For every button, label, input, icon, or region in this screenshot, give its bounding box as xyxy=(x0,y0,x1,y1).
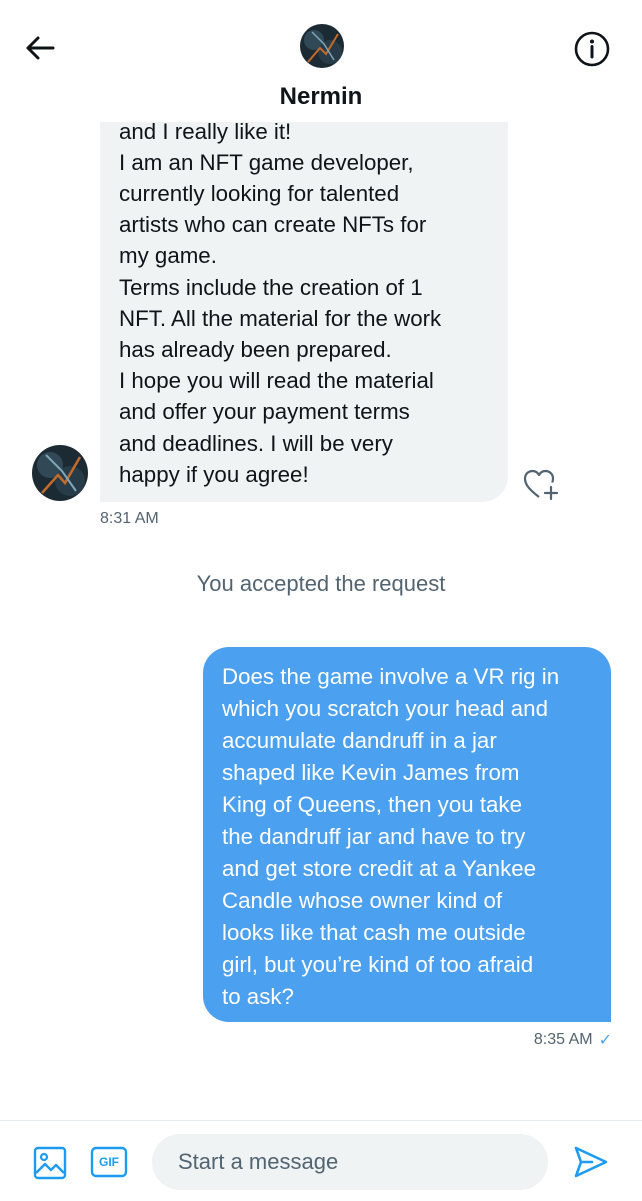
sender-avatar[interactable] xyxy=(32,445,88,501)
incoming-message-text: and I really like it! I am an NFT game d… xyxy=(119,118,442,487)
incoming-message-bubble[interactable]: and I really like it! I am an NFT game d… xyxy=(100,100,508,502)
conversation-header: Nermin xyxy=(0,0,642,122)
image-icon xyxy=(33,1146,67,1180)
outgoing-message-text: Does the game involve a VR rig in which … xyxy=(222,664,560,1009)
back-button[interactable] xyxy=(20,28,60,68)
outgoing-message-bubble[interactable]: Does the game involve a VR rig in which … xyxy=(203,647,611,1022)
outgoing-timestamp: 8:35 AM xyxy=(533,1031,593,1048)
request-accepted-note: You accepted the request xyxy=(196,571,446,596)
outgoing-timestamp-row: 8:35 AM ✓ xyxy=(534,1030,612,1050)
info-button[interactable] xyxy=(571,28,613,70)
gif-label: GIF xyxy=(99,1155,119,1169)
contact-name[interactable]: Nermin xyxy=(0,83,642,111)
info-icon xyxy=(574,31,610,67)
incoming-timestamp: 8:31 AM xyxy=(100,510,159,527)
add-reaction-button[interactable] xyxy=(522,467,562,503)
add-image-button[interactable] xyxy=(32,1145,68,1181)
send-button[interactable] xyxy=(572,1143,610,1181)
message-input[interactable] xyxy=(178,1134,528,1190)
header-avatar[interactable] xyxy=(300,24,344,68)
message-input-wrapper[interactable] xyxy=(152,1134,548,1190)
send-icon xyxy=(574,1146,608,1178)
back-arrow-icon xyxy=(26,36,55,60)
heart-plus-icon xyxy=(523,469,559,501)
gif-button[interactable]: GIF xyxy=(90,1144,128,1180)
message-composer: GIF xyxy=(0,1120,642,1201)
check-icon: ✓ xyxy=(598,1032,612,1049)
